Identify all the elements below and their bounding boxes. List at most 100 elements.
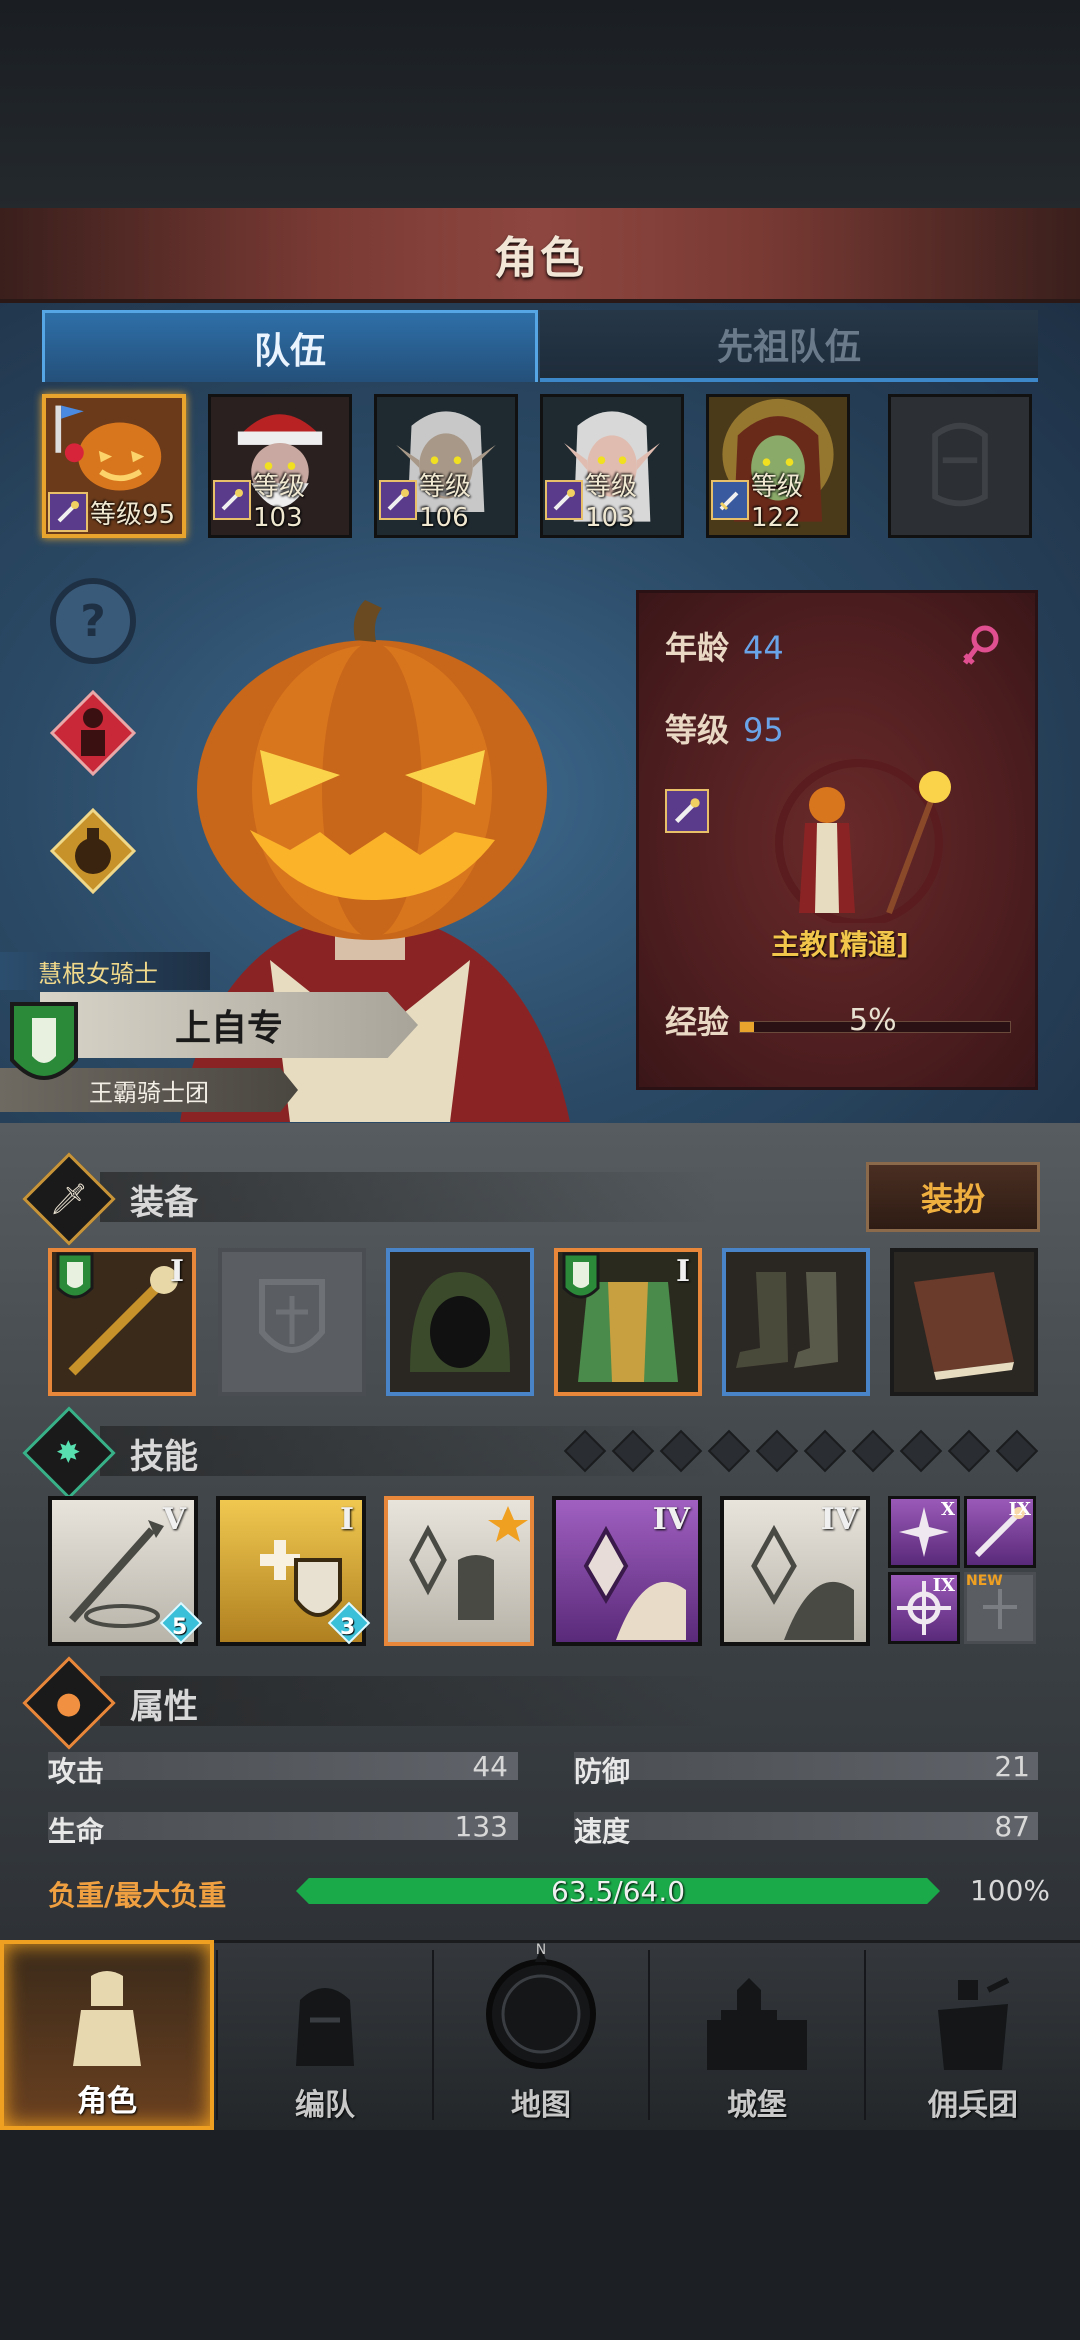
exp-bar-fill — [740, 1022, 754, 1032]
nav-formation-label: 编队 — [295, 2088, 355, 2123]
speed-value: 87 — [994, 1810, 1030, 1843]
mini-skill-1[interactable]: X — [888, 1496, 960, 1568]
hp-value: 133 — [454, 1810, 508, 1843]
svg-text:?: ? — [80, 596, 106, 647]
load-bar: 63.5/64.0 — [296, 1878, 940, 1904]
party-member-2[interactable]: 等级103 — [208, 394, 352, 538]
top-background — [0, 0, 1080, 210]
page-title: 角色 — [494, 232, 586, 284]
title-bar: 角色 — [0, 208, 1080, 303]
skill-tier: I — [339, 1502, 354, 1537]
level-row: 等级 95 — [665, 711, 784, 749]
party-member-3[interactable]: 等级106 — [374, 394, 518, 538]
potion-button[interactable] — [48, 806, 138, 896]
nav-formation[interactable]: 编队 — [218, 1940, 432, 2130]
figure-status-icon — [49, 689, 137, 777]
age-row: 年龄 44 — [665, 629, 784, 667]
attack-value: 44 — [472, 1750, 508, 1783]
nav-castle[interactable]: 城堡 — [650, 1940, 864, 2130]
exp-percent: 5% — [849, 1003, 897, 1038]
party-slot-empty[interactable] — [888, 394, 1032, 538]
tab-party-label: 队伍 — [253, 330, 326, 372]
load-value: 63.5/64.0 — [550, 1874, 686, 1908]
equip-slot-head[interactable] — [386, 1248, 534, 1396]
skill-tier: V — [162, 1502, 186, 1537]
nav-mercenary[interactable]: 佣兵团 — [866, 1940, 1080, 2130]
party-member-4[interactable]: 等级103 — [540, 394, 684, 538]
female-gender-icon — [963, 625, 999, 665]
party-roster: 等级95 等级103 等级106 等级103 等级122 — [42, 394, 1042, 538]
skill-slot-2[interactable]: I 3 — [216, 1496, 371, 1646]
party-member-4-level: 等级103 — [545, 466, 681, 533]
bishop-figure-icon — [775, 759, 951, 923]
nav-mercenary-label: 佣兵团 — [928, 2088, 1018, 2123]
sword-class-icon — [711, 479, 749, 520]
equip-slot-boots[interactable] — [722, 1248, 870, 1396]
skills-header: ✸ 技能 — [22, 1406, 1050, 1500]
equip-tier: I — [169, 1254, 184, 1289]
party-member-5[interactable]: 等级122 — [706, 394, 850, 538]
helmet-icon — [296, 1988, 354, 2066]
equip-slot-armor[interactable]: I — [554, 1248, 702, 1396]
help-button[interactable]: ? — [48, 576, 138, 666]
nav-character[interactable]: 角色 — [0, 1940, 214, 2130]
mini-skill-tier: IX — [932, 1575, 955, 1596]
character-title: 慧根女骑士 — [0, 952, 210, 990]
dagger-section-icon: 🗡 — [22, 1152, 116, 1246]
empty-shield-icon — [259, 1279, 325, 1353]
knight-icon — [73, 1971, 141, 2066]
mini-skill-3[interactable]: IX — [888, 1572, 960, 1644]
castle-icon — [707, 1978, 807, 2070]
skills-title: 技能 — [130, 1436, 198, 1477]
mini-skill-tier: X — [941, 1499, 955, 1520]
attributes-header: ● 属性 — [22, 1656, 1050, 1750]
tab-ancestor-party-label: 先祖队伍 — [716, 327, 861, 368]
mercenary-icon — [938, 1977, 1010, 2070]
equip-slot-shield-empty[interactable] — [218, 1248, 366, 1396]
level-value: 95 — [743, 711, 784, 749]
skill-slot-1[interactable]: V 5 — [48, 1496, 203, 1646]
skill-tier: IV — [820, 1502, 858, 1537]
potion-icon — [49, 807, 137, 895]
party-member-1[interactable]: 等级95 — [42, 394, 186, 538]
skill-slot-4[interactable]: IV — [552, 1496, 702, 1646]
skill-tier: IV — [652, 1502, 690, 1537]
equip-tier: I — [675, 1254, 690, 1289]
crystal-bless-skill-icon — [409, 1506, 528, 1620]
mini-skill-tier: IX — [1008, 1499, 1031, 1520]
mini-skill-2[interactable]: IX — [964, 1496, 1036, 1568]
nav-castle-label: 城堡 — [727, 2088, 787, 2123]
defense-value: 21 — [994, 1750, 1030, 1783]
load-label: 负重/最大负重 — [48, 1879, 227, 1912]
gem-count: 5 — [172, 1615, 188, 1640]
equip-slot-book[interactable] — [890, 1248, 1038, 1396]
empty-helmet-icon — [932, 422, 988, 507]
tab-ancestor-party[interactable]: 先祖队伍 — [540, 310, 1038, 382]
staff-class-icon — [48, 492, 88, 532]
dress-up-button[interactable]: 装扮 — [866, 1162, 1040, 1232]
nav-map-label: 地图 — [511, 2088, 571, 2123]
character-info-card: 年龄 44 等级 95 主教[精通] 经验 5% — [636, 590, 1038, 1090]
exp-label: 经验 — [665, 1003, 730, 1041]
hp-label: 生命 — [48, 1815, 105, 1848]
skill-slot-5[interactable]: IV — [720, 1496, 870, 1646]
nav-map[interactable]: N 地图 — [434, 1940, 648, 2130]
equip-slot-weapon[interactable]: I — [48, 1248, 196, 1396]
tab-party[interactable]: 队伍 — [42, 310, 538, 382]
equipment-title: 装备 — [130, 1182, 198, 1223]
status-button[interactable] — [48, 688, 138, 778]
new-label: NEW — [966, 1573, 1003, 1589]
party-member-3-level: 等级106 — [379, 466, 515, 533]
job-name: 主教[精通] — [771, 928, 909, 961]
question-icon: ? — [50, 578, 136, 664]
staff-class-icon — [545, 479, 583, 520]
svg-text:N: N — [536, 1942, 546, 1958]
party-member-1-level: 等级95 — [48, 492, 175, 532]
skill-slot-3[interactable] — [384, 1496, 534, 1646]
attributes-title: 属性 — [130, 1686, 198, 1727]
gem-count: 3 — [340, 1615, 356, 1640]
character-name[interactable]: 上自专 — [40, 992, 418, 1058]
figure-section-icon: ● — [22, 1656, 116, 1750]
staff-class-icon — [379, 479, 417, 520]
bottom-background — [0, 2130, 1080, 2340]
